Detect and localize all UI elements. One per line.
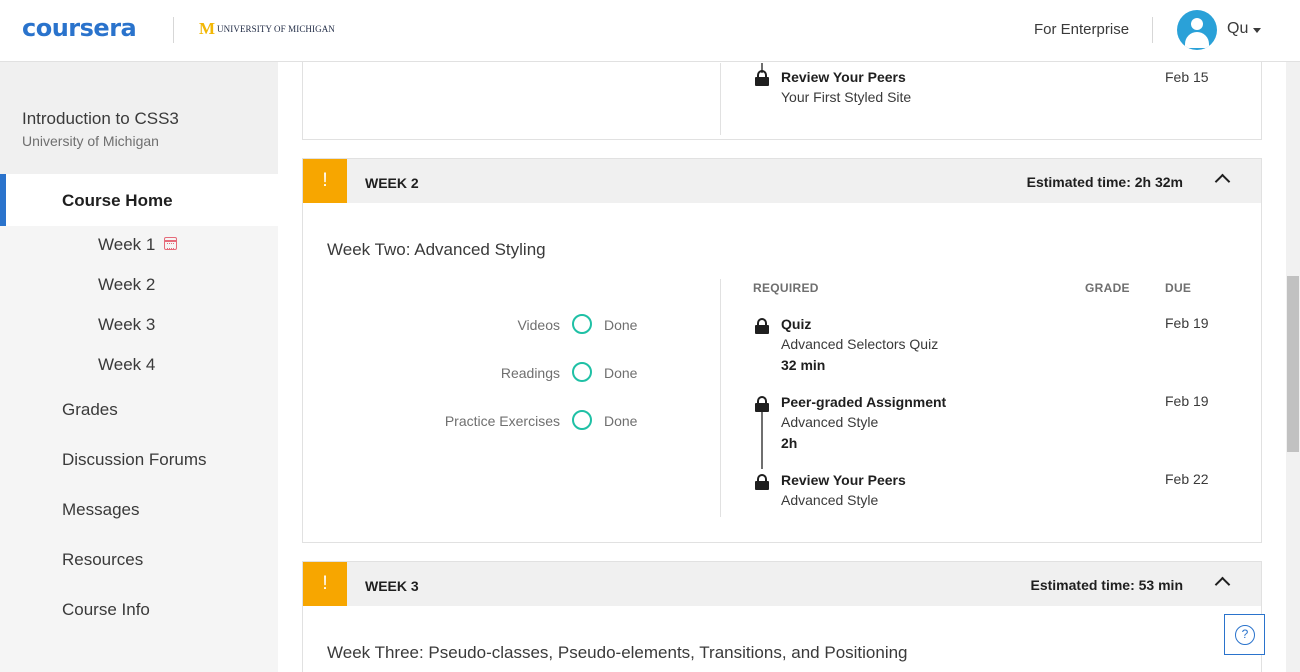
user-name-menu[interactable]: Qu xyxy=(1227,20,1248,38)
week-title: Week Three: Pseudo-classes, Pseudo-eleme… xyxy=(327,643,908,662)
progress-label-practice-exercises: Practice Exercises xyxy=(444,413,560,429)
estimated-time: Estimated time: 53 min xyxy=(1030,577,1184,593)
item-due: Feb 22 xyxy=(1165,471,1209,487)
sidebar-item-week-3[interactable]: Week 3 xyxy=(98,315,155,335)
progress-label-videos: Videos xyxy=(517,317,560,333)
item-name[interactable]: Advanced Style xyxy=(781,414,878,430)
main-content: Review Your Peers Your First Styled Site… xyxy=(278,62,1286,672)
column-header-due: DUE xyxy=(1165,281,1192,295)
coursera-logo[interactable]: coursera xyxy=(22,14,137,42)
avatar[interactable] xyxy=(1177,10,1217,50)
progress-status: Done xyxy=(604,317,638,333)
help-button[interactable]: ? xyxy=(1224,614,1265,655)
timeline-line xyxy=(761,409,763,469)
week-label: WEEK 3 xyxy=(365,578,419,594)
chevron-up-icon[interactable] xyxy=(1214,173,1231,190)
item-due: Feb 15 xyxy=(1165,69,1209,85)
sidebar-item-course-home[interactable]: Course Home xyxy=(0,174,278,226)
estimated-time: Estimated time: 2h 32m xyxy=(1026,174,1183,190)
column-header-grade: GRADE xyxy=(1085,281,1130,295)
chevron-up-icon[interactable] xyxy=(1214,576,1231,593)
warning-icon: ! xyxy=(303,159,347,203)
sidebar-item-week-4[interactable]: Week 4 xyxy=(98,355,155,375)
sidebar-item-discussion-forums[interactable]: Discussion Forums xyxy=(62,450,207,470)
lock-icon xyxy=(755,474,769,490)
week-2-header[interactable]: ! WEEK 2 Estimated time: 2h 32m xyxy=(303,159,1261,203)
sidebar-item-grades[interactable]: Grades xyxy=(62,400,118,420)
item-time: 2h xyxy=(781,435,798,451)
week-title: Week Two: Advanced Styling xyxy=(327,240,546,259)
progress-status: Done xyxy=(604,413,638,429)
item-name[interactable]: Advanced Style xyxy=(781,492,878,508)
done-circle-icon xyxy=(572,362,592,382)
lock-icon xyxy=(755,70,769,86)
sidebar-item-week-2[interactable]: Week 2 xyxy=(98,275,155,295)
calendar-icon xyxy=(164,237,177,250)
item-type[interactable]: Review Your Peers xyxy=(781,472,906,488)
scrollbar-thumb[interactable] xyxy=(1287,276,1299,452)
column-divider xyxy=(720,63,721,135)
sidebar: Introduction to CSS3 University of Michi… xyxy=(0,62,278,672)
course-title[interactable]: Introduction to CSS3 xyxy=(22,109,179,129)
header-divider xyxy=(173,17,174,43)
week-3-card: ! WEEK 3 Estimated time: 53 min Week Thr… xyxy=(302,561,1262,672)
done-circle-icon xyxy=(572,410,592,430)
week-1-card: Review Your Peers Your First Styled Site… xyxy=(302,62,1262,140)
sidebar-item-resources[interactable]: Resources xyxy=(62,550,143,570)
warning-icon: ! xyxy=(303,562,347,606)
university-logo[interactable]: M UNIVERSITY OF MICHIGAN xyxy=(199,19,335,38)
done-circle-icon xyxy=(572,314,592,334)
help-icon: ? xyxy=(1235,625,1255,645)
item-name[interactable]: Advanced Selectors Quiz xyxy=(781,336,938,352)
chevron-down-icon[interactable] xyxy=(1253,28,1261,33)
progress-label-readings: Readings xyxy=(500,365,560,381)
week-2-card: ! WEEK 2 Estimated time: 2h 32m Week Two… xyxy=(302,158,1262,543)
for-enterprise-link[interactable]: For Enterprise xyxy=(1034,21,1129,38)
top-header: coursera M UNIVERSITY OF MICHIGAN For En… xyxy=(0,0,1300,62)
course-info-box: Introduction to CSS3 University of Michi… xyxy=(0,62,278,174)
user-icon-head xyxy=(1191,18,1203,30)
sidebar-item-course-info[interactable]: Course Info xyxy=(62,600,150,620)
course-university: University of Michigan xyxy=(22,133,159,149)
column-divider xyxy=(720,279,721,517)
user-icon-body xyxy=(1185,32,1209,48)
week-3-header[interactable]: ! WEEK 3 Estimated time: 53 min xyxy=(303,562,1261,606)
university-logo-text: UNIVERSITY OF MICHIGAN xyxy=(217,24,335,34)
item-type[interactable]: Peer-graded Assignment xyxy=(781,394,946,410)
progress-status: Done xyxy=(604,365,638,381)
item-due: Feb 19 xyxy=(1165,393,1209,409)
michigan-m-icon: M xyxy=(199,19,216,38)
item-name[interactable]: Your First Styled Site xyxy=(781,89,911,105)
sidebar-item-label: Course Home xyxy=(62,191,173,210)
item-due: Feb 19 xyxy=(1165,315,1209,331)
week-label: WEEK 2 xyxy=(365,175,419,191)
column-header-required: REQUIRED xyxy=(753,281,819,295)
active-indicator xyxy=(0,174,6,226)
header-divider xyxy=(1152,17,1153,43)
item-type[interactable]: Review Your Peers xyxy=(781,69,906,85)
sidebar-item-messages[interactable]: Messages xyxy=(62,500,139,520)
lock-icon xyxy=(755,396,769,412)
sidebar-item-week-1[interactable]: Week 1 xyxy=(98,235,155,255)
lock-icon xyxy=(755,318,769,334)
item-type[interactable]: Quiz xyxy=(781,316,811,332)
item-time: 32 min xyxy=(781,357,826,373)
